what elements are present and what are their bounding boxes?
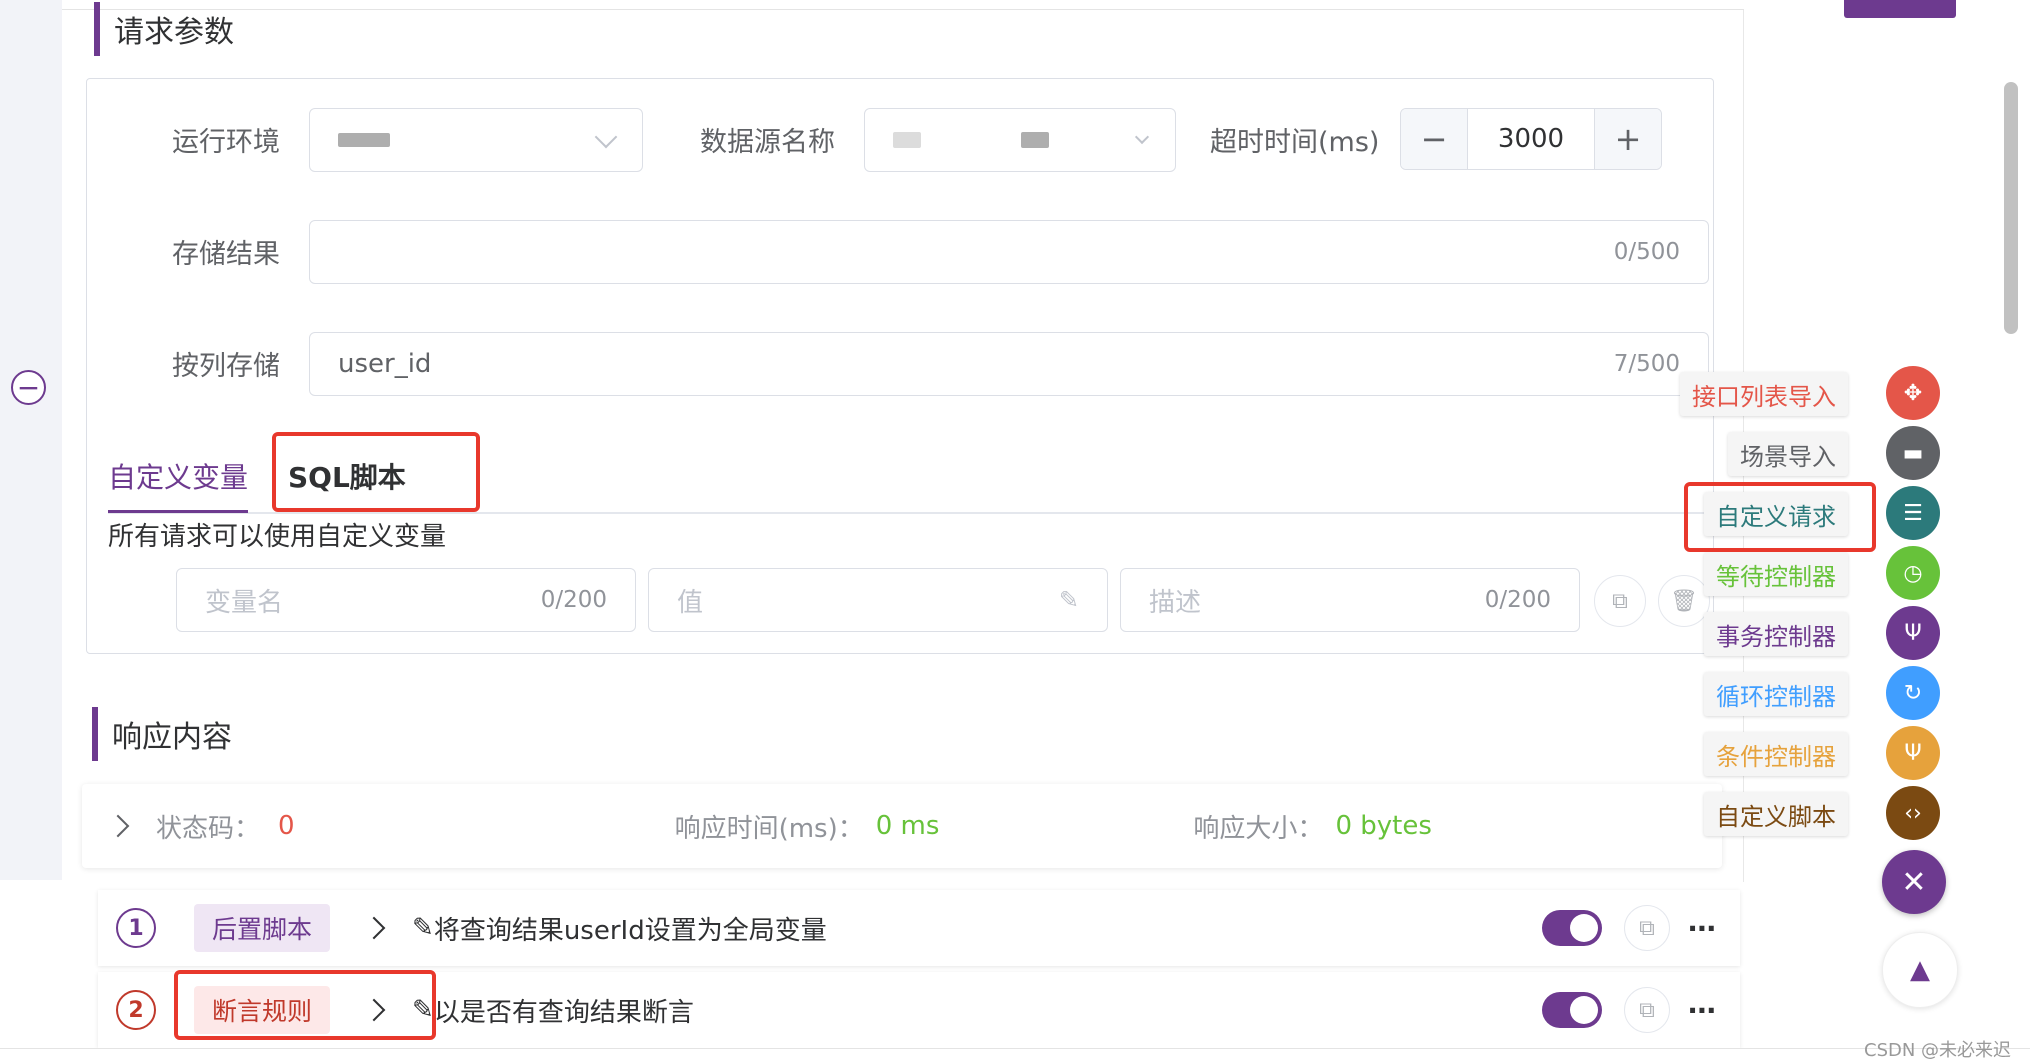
status-label: 状态码： [156, 813, 261, 844]
clock-icon[interactable]: ◷ [1886, 546, 1940, 600]
menu-item-label[interactable]: 等待控制器 [1704, 552, 1848, 596]
redacted-value [338, 133, 390, 147]
response-title: 响应内容 [112, 720, 232, 755]
left-gutter [0, 0, 62, 880]
step-desc: 以是否有查询结果断言 [433, 997, 694, 1028]
menu-item-label[interactable]: 事务控制器 [1704, 612, 1848, 656]
close-menu-icon[interactable]: ✕ [1882, 850, 1946, 914]
status-value: 0 [278, 811, 295, 841]
store-by-column-label: 按列存储 [172, 351, 280, 382]
datasource-label: 数据源名称 [700, 127, 835, 158]
menu-item-label[interactable]: 场景导入 [1728, 432, 1848, 476]
request-params-header: 请求参数 [94, 2, 234, 56]
scrollbar-thumb[interactable] [2004, 82, 2018, 334]
copy-icon[interactable]: ⧉ [1624, 905, 1670, 951]
var-name-input[interactable]: 变量名 0/200 [176, 568, 636, 632]
more-icon[interactable]: ⋯ [1688, 912, 1716, 945]
step-index: 1 [116, 908, 156, 948]
response-header: 响应内容 [92, 707, 232, 761]
response-size-label: 响应大小： [1193, 813, 1324, 844]
copy-icon[interactable]: ⧉ [1624, 987, 1670, 1033]
step-row-post-script[interactable]: 1 后置脚本 ✎ 将查询结果userId设置为全局变量 ⧉ ⋯ [98, 890, 1740, 966]
top-divider [62, 0, 1744, 10]
menu-item-label[interactable]: 自定义脚本 [1704, 792, 1848, 836]
tabs-divider [108, 512, 1708, 514]
step-index: 2 [116, 990, 156, 1030]
top-action-button[interactable] [1844, 0, 1956, 18]
store-by-column-input[interactable]: user_id 7/500 [309, 332, 1709, 396]
custom-request-icon[interactable]: ☰ [1886, 486, 1940, 540]
chevron-right-icon[interactable] [362, 916, 386, 940]
chevron-right-icon[interactable] [106, 814, 130, 838]
highlight-box-sql-tab [272, 432, 480, 512]
request-params-title: 请求参数 [114, 15, 234, 50]
tab-custom-vars[interactable]: 自定义变量 [108, 456, 248, 496]
section-accent-bar [94, 2, 100, 56]
var-value-input[interactable]: 值 ✎ [648, 568, 1108, 632]
api-import-icon[interactable]: ✥ [1886, 366, 1940, 420]
store-by-column-value: user_id [338, 349, 432, 379]
enable-toggle[interactable] [1542, 910, 1602, 946]
store-by-column-counter: 7/500 [1613, 351, 1680, 377]
store-result-input[interactable]: 0/500 [309, 220, 1709, 284]
delete-icon[interactable]: 🗑 [1658, 575, 1710, 627]
timeout-label: 超时时间(ms) [1210, 127, 1380, 158]
step-tag: 后置脚本 [194, 904, 331, 952]
env-select[interactable] [309, 108, 643, 172]
env-label: 运行环境 [172, 127, 280, 158]
timeout-value[interactable]: 3000 [1467, 109, 1595, 169]
var-name-counter: 0/200 [540, 587, 607, 613]
custom-vars-hint: 所有请求可以使用自定义变量 [108, 522, 447, 552]
section-accent-bar [92, 707, 98, 761]
collapse-icon[interactable]: − [11, 370, 46, 405]
edit-pencil-icon[interactable]: ✎ [412, 913, 434, 943]
response-time-label: 响应时间(ms)： [674, 813, 864, 844]
copy-icon[interactable]: ⧉ [1594, 575, 1646, 627]
timeout-stepper[interactable]: − 3000 + [1400, 108, 1662, 170]
highlight-box-assertion [174, 970, 436, 1040]
bottom-edge [0, 1048, 2030, 1064]
var-desc-placeholder: 描述 [1149, 587, 1202, 618]
increase-button[interactable]: + [1595, 109, 1661, 169]
redacted-value [1021, 132, 1049, 148]
var-desc-counter: 0/200 [1484, 587, 1551, 613]
datasource-select[interactable] [864, 108, 1176, 172]
step-desc: 将查询结果userId设置为全局变量 [433, 915, 827, 946]
code-icon[interactable]: ‹› [1886, 786, 1940, 840]
condition-icon[interactable]: Ψ [1886, 726, 1940, 780]
transaction-icon[interactable]: Ψ [1886, 606, 1940, 660]
var-desc-input[interactable]: 描述 0/200 [1120, 568, 1580, 632]
response-summary-bar[interactable]: 状态码： 0 响应时间(ms)： 0 ms 响应大小： 0 bytes [82, 784, 1722, 868]
chevron-down-icon [594, 125, 618, 149]
store-result-counter: 0/500 [1613, 239, 1680, 265]
scroll-top-icon[interactable]: ▲ [1882, 932, 1958, 1008]
var-name-placeholder: 变量名 [205, 587, 284, 618]
active-tab-indicator [108, 510, 248, 513]
highlight-box-custom-request [1684, 482, 1876, 552]
decrease-button[interactable]: − [1401, 109, 1467, 169]
response-size-value: 0 bytes [1335, 811, 1432, 841]
loop-icon[interactable]: ↻ [1886, 666, 1940, 720]
enable-toggle[interactable] [1542, 992, 1602, 1028]
menu-item-label[interactable]: 条件控制器 [1704, 732, 1848, 776]
response-time-value: 0 ms [875, 811, 940, 841]
menu-item-label[interactable]: 循环控制器 [1704, 672, 1848, 716]
menu-item-label[interactable]: 接口列表导入 [1680, 372, 1848, 416]
redacted-value [893, 132, 921, 148]
more-icon[interactable]: ⋯ [1688, 994, 1716, 1027]
edit-pencil-icon[interactable]: ✎ [1059, 586, 1079, 614]
scene-import-icon[interactable]: ▬ [1886, 426, 1940, 480]
watermark: CSDN @未必来迟 [1864, 1040, 2012, 1061]
var-value-placeholder: 值 [677, 587, 704, 618]
chevron-down-icon [1134, 129, 1150, 145]
store-result-label: 存储结果 [172, 239, 280, 270]
